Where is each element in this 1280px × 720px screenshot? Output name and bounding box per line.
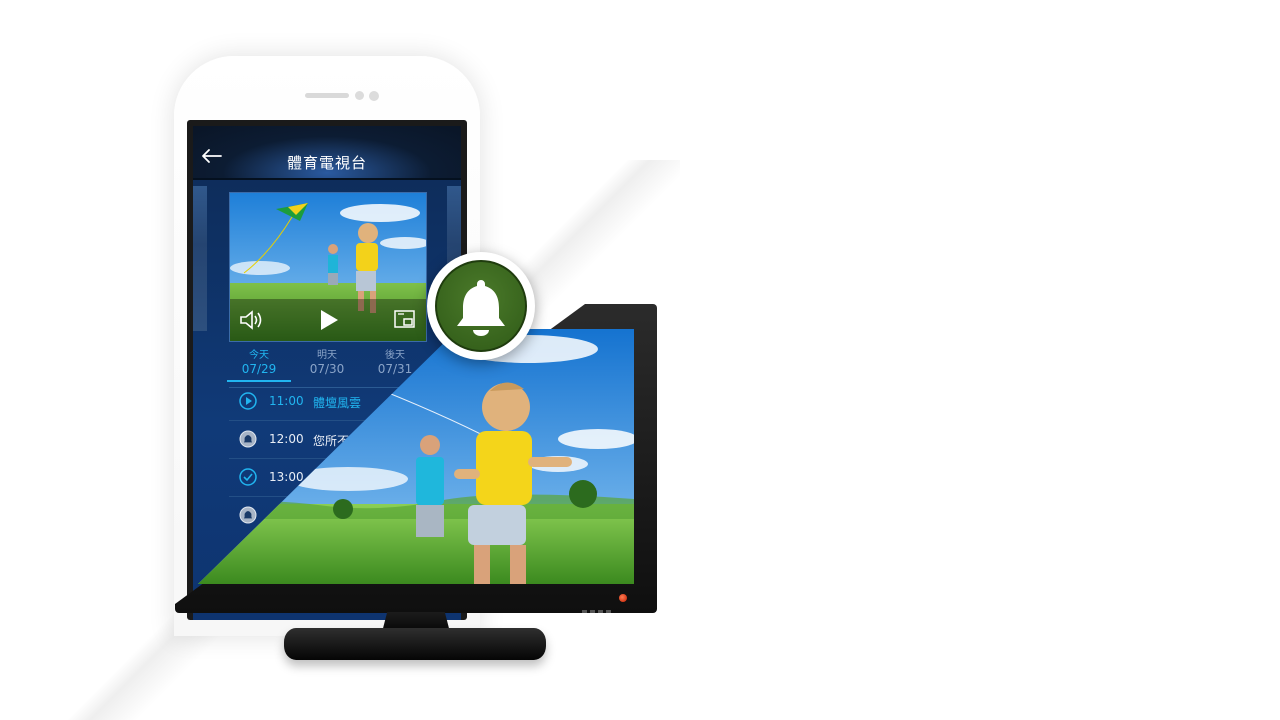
tab-today[interactable]: 今天 07/29 bbox=[227, 346, 291, 382]
prev-channel-thumbnail[interactable] bbox=[193, 186, 207, 331]
channel-title: 體育電視台 bbox=[286, 154, 367, 172]
program-time: 12:00 bbox=[269, 432, 304, 446]
play-icon[interactable] bbox=[318, 308, 340, 336]
phone-speaker bbox=[305, 93, 349, 98]
phone-sensor bbox=[355, 91, 364, 100]
program-time: 11:00 bbox=[269, 394, 304, 408]
picture-in-picture-icon[interactable] bbox=[394, 310, 416, 334]
tv-power-led bbox=[619, 594, 627, 602]
program-title: 體壇風雲 bbox=[313, 396, 362, 410]
tab-tomorrow[interactable]: 明天 07/30 bbox=[295, 346, 359, 376]
bell-icon bbox=[435, 260, 527, 352]
check-circle-icon[interactable] bbox=[239, 468, 257, 486]
day-name: 明天 bbox=[317, 350, 337, 361]
phone-camera bbox=[369, 91, 379, 101]
tv-stand-base bbox=[284, 628, 546, 660]
app-header: 體育電視台 bbox=[193, 126, 461, 180]
day-name: 後天 bbox=[385, 350, 405, 361]
tv-indicator-lights bbox=[582, 598, 622, 613]
program-time: 13:00 bbox=[269, 470, 304, 484]
video-player[interactable] bbox=[229, 192, 427, 342]
reminder-badge[interactable] bbox=[427, 252, 535, 360]
day-date: 07/30 bbox=[309, 362, 345, 376]
bell-circle-icon[interactable] bbox=[239, 430, 257, 448]
bell-circle-icon[interactable] bbox=[239, 506, 257, 524]
day-name: 今天 bbox=[249, 350, 269, 361]
day-date: 07/29 bbox=[241, 362, 277, 376]
play-circle-icon[interactable] bbox=[239, 392, 257, 410]
video-controls-bar bbox=[230, 299, 426, 341]
volume-icon[interactable] bbox=[238, 308, 266, 336]
